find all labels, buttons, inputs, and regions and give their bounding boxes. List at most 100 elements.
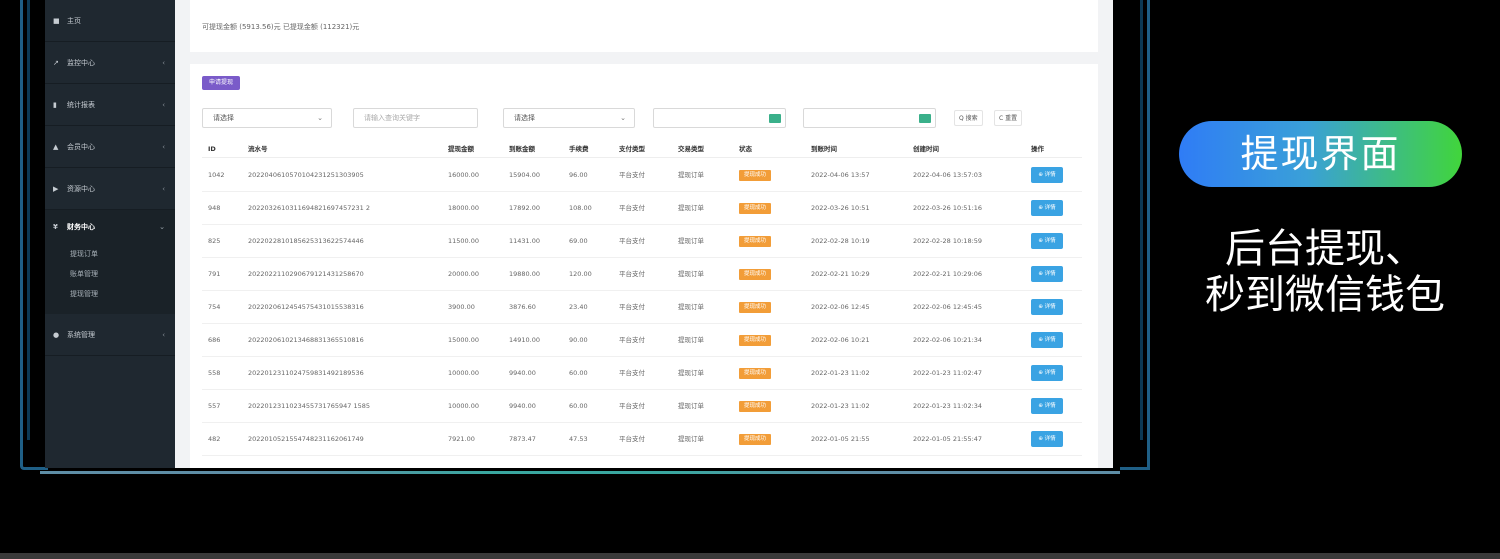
type-select[interactable]: 请选择 ⌄ [503,108,635,128]
cell-action: ⊕ 详情 [1031,324,1063,356]
cell-id: 825 [208,237,221,245]
cell-amount: 20000.00 [448,270,480,278]
cell-serial: 2022020612454575431015538316 [248,303,364,311]
sidebar-item-system[interactable]: ● 系统管理 ‹ [45,314,175,356]
detail-button[interactable]: ⊕ 详情 [1031,233,1063,249]
type-select-value: 请选择 [514,114,535,122]
sidebar-item-4[interactable]: ▶ 资源中心 ‹ [45,168,175,210]
cell-amount: 15000.00 [448,336,480,344]
table-row: 754 2022020612454575431015538316 3900.00 38… [202,291,1082,324]
sidebar-subitem-bills[interactable]: 账单管理 [70,264,175,284]
cell-create-time: 2022-04-06 13:57:03 [913,171,983,179]
detail-button[interactable]: ⊕ 详情 [1031,398,1063,414]
cell-fee: 47.53 [569,435,588,443]
table-row: 1042 2022040610570104231251303905 16000.00… [202,159,1082,192]
withdraw-table-panel: 申请提现 请选择 ⌄ 请输入查询关键字 请选择 ⌄ Q 搜索 C 重置 ID 流… [190,64,1098,468]
cell-serial: 2022020610213468831365510816 [248,336,364,344]
col-header-received: 到账金额 [509,145,535,153]
cell-received: 11431.00 [509,237,541,245]
cell-received: 14910.00 [509,336,541,344]
cell-amount: 16000.00 [448,171,480,179]
user-icon: ▲ [53,142,59,151]
col-header-fee: 手续费 [569,145,589,153]
cell-status: 提现成功 [739,357,772,389]
cell-id: 791 [208,270,221,278]
cell-status: 提现成功 [739,192,772,224]
detail-button[interactable]: ⊕ 详情 [1031,431,1063,447]
col-header-amount: 提现金额 [448,145,474,153]
cell-action: ⊕ 详情 [1031,192,1063,224]
status-badge: 提现成功 [739,169,772,181]
cell-arrive-time: 2022-02-21 10:29 [811,270,870,278]
main-content: 可提现金额 (5913.56)元 已提现金额 (112321)元 申请提现 请选… [175,0,1113,468]
cell-amount: 18000.00 [448,204,480,212]
detail-button[interactable]: ⊕ 详情 [1031,266,1063,282]
cell-arrive-time: 2022-01-23 11:02 [811,369,870,377]
col-header-status: 状态 [739,145,752,153]
status-badge: 提现成功 [739,433,772,445]
cell-create-time: 2022-03-26 10:51:16 [913,204,983,212]
wrench-icon: ↗ [53,58,59,67]
cell-amount: 10000.00 [448,369,480,377]
cell-create-time: 2022-01-23 11:02:34 [913,402,983,410]
detail-button[interactable]: ⊕ 详情 [1031,200,1063,216]
sidebar-item-2[interactable]: ▮ 统计报表 ‹ [45,84,175,126]
status-select[interactable]: 请选择 ⌄ [202,108,332,128]
cell-id: 948 [208,204,221,212]
chevron-down-icon: ⌄ [317,114,323,122]
sidebar-subitem-withdraw-orders[interactable]: 提现订单 [70,244,175,264]
keyword-placeholder: 请输入查询关键字 [364,114,420,122]
detail-button[interactable]: ⊕ 详情 [1031,365,1063,381]
cell-received: 9940.00 [509,369,536,377]
cell-serial: 2022040610570104231251303905 [248,171,364,179]
end-date-input[interactable] [803,108,936,128]
status-badge: 提现成功 [739,367,772,379]
cell-amount: 7921.00 [448,435,475,443]
balance-info: 可提现金额 (5913.56)元 已提现金额 (112321)元 [190,0,1098,52]
cell-create-time: 2022-02-28 10:18:59 [913,237,983,245]
sidebar-item-finance[interactable]: ¥ 财务中心 ⌄ [45,210,175,244]
col-header-arrive-time: 到账时间 [811,145,837,153]
cell-action: ⊕ 详情 [1031,423,1063,455]
table-row: 557 2022012311023455731765947 1585 10000.0… [202,390,1082,423]
table-header: ID 流水号 提现金额 到账金额 手续费 支付类型 交易类型 状态 到账时间 创… [202,140,1082,158]
col-header-pay-type: 支付类型 [619,145,645,153]
reset-button[interactable]: C 重置 [994,110,1023,126]
sidebar-item-0[interactable]: ■ 主页 [45,0,175,42]
cell-status: 提现成功 [739,390,772,422]
cell-id: 686 [208,336,221,344]
detail-button[interactable]: ⊕ 详情 [1031,299,1063,315]
status-select-value: 请选择 [213,114,234,122]
sidebar-subitem-withdraw-management[interactable]: 提现管理 [70,284,175,304]
sidebar-item-1[interactable]: ↗ 监控中心 ‹ [45,42,175,84]
keyword-input[interactable]: 请输入查询关键字 [353,108,478,128]
cell-fee: 120.00 [569,270,592,278]
col-header-create-time: 创建时间 [913,145,939,153]
cell-arrive-time: 2022-03-26 10:51 [811,204,870,212]
chevron-left-icon: ‹ [162,100,165,109]
frame-right-border [1120,0,1150,470]
cell-trade-type: 提现订单 [678,204,704,212]
cell-received: 15904.00 [509,171,541,179]
cell-create-time: 2022-01-23 11:02:47 [913,369,983,377]
cell-action: ⊕ 详情 [1031,291,1063,323]
cell-pay-type: 平台支付 [619,303,645,311]
detail-button[interactable]: ⊕ 详情 [1031,167,1063,183]
status-badge: 提现成功 [739,268,772,280]
detail-button[interactable]: ⊕ 详情 [1031,332,1063,348]
search-button[interactable]: Q 搜索 [954,110,983,126]
table-row: 825 2022022810185625313622574446 11500.00 1… [202,225,1082,258]
calendar-icon[interactable] [919,114,931,123]
sidebar-item-3[interactable]: ▲ 会员中心 ‹ [45,126,175,168]
cell-fee: 23.40 [569,303,588,311]
frame-glow [300,471,860,474]
cell-trade-type: 提现订单 [678,336,704,344]
start-date-input[interactable] [653,108,786,128]
table-row: 948 2022032610311694821697457231 2 18000.0… [202,192,1082,225]
status-badge: 提现成功 [739,235,772,247]
calendar-icon[interactable] [769,114,781,123]
cell-fee: 96.00 [569,171,588,179]
cell-id: 1042 [208,171,225,179]
cell-id: 754 [208,303,221,311]
apply-withdraw-button[interactable]: 申请提现 [202,76,240,90]
